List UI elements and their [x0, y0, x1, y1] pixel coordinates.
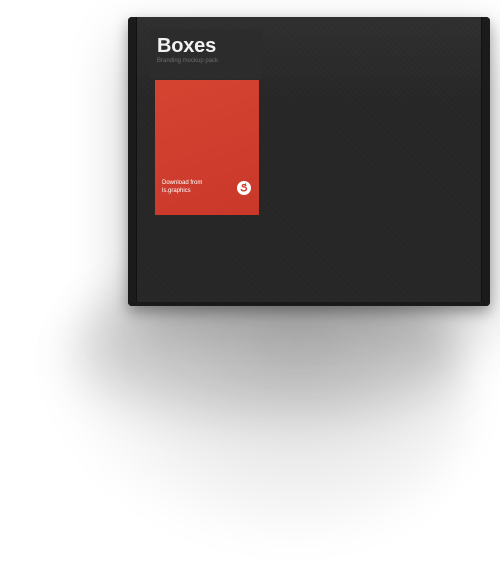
- red-label: Download from ls.graphics: [155, 80, 259, 215]
- label-text: Download from ls.graphics: [162, 179, 202, 195]
- box-shadow-core: [80, 290, 460, 410]
- box-left-flap: [128, 17, 137, 306]
- ls-graphics-logo-icon: [237, 181, 251, 195]
- box-top-edge: [128, 17, 490, 20]
- mockup-scene: Boxes Branding mockup pack Download from…: [0, 0, 500, 588]
- black-box: Boxes Branding mockup pack Download from…: [128, 17, 490, 306]
- box-title: Boxes: [157, 35, 217, 57]
- label-line-1: Download from: [162, 180, 203, 186]
- label-line-2: ls.graphics: [162, 188, 191, 194]
- box-bottom-edge: [128, 302, 490, 306]
- box-subtitle: Branding mockup pack: [157, 58, 219, 64]
- box-right-flap: [481, 17, 490, 306]
